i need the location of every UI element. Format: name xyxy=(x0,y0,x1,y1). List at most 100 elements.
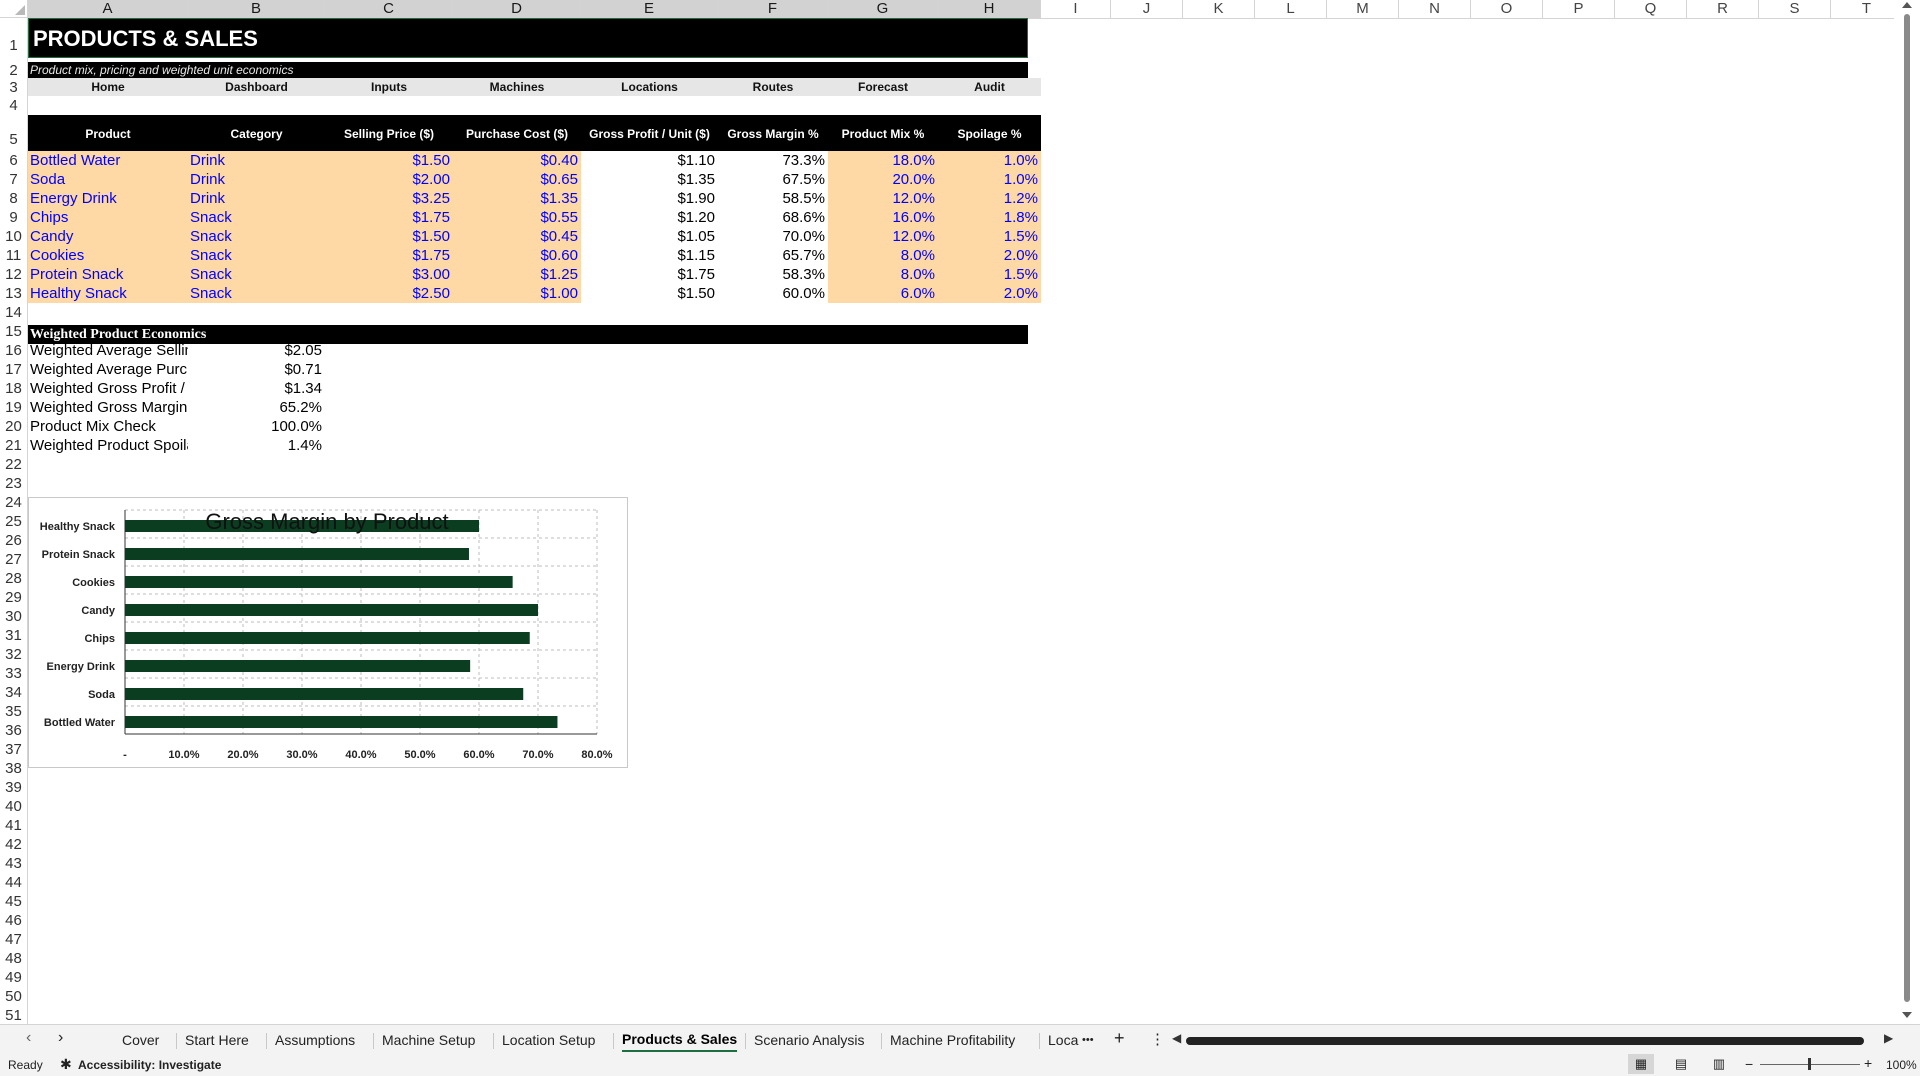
page-break-view-icon[interactable]: ▥ xyxy=(1708,1054,1730,1074)
weighted-label[interactable]: Weighted Gross Profit / xyxy=(28,379,188,398)
tab-cover[interactable]: Cover xyxy=(122,1030,159,1050)
row-header-34[interactable]: 34 xyxy=(0,683,27,702)
row-header-15[interactable]: 15 xyxy=(0,322,27,341)
row-header-17[interactable]: 17 xyxy=(0,360,27,379)
row-header-37[interactable]: 37 xyxy=(0,740,27,759)
hscroll-right-icon[interactable]: ▶ xyxy=(1884,1031,1893,1045)
cell-mix[interactable]: 16.0% xyxy=(828,208,938,227)
cell-product[interactable]: Energy Drink xyxy=(28,189,188,208)
cell-mix[interactable]: 12.0% xyxy=(828,227,938,246)
select-all-corner[interactable] xyxy=(0,0,28,18)
row-header-39[interactable]: 39 xyxy=(0,778,27,797)
column-header-g[interactable]: G xyxy=(828,0,938,18)
cell-mix[interactable]: 12.0% xyxy=(828,189,938,208)
cell-cost[interactable]: $1.35 xyxy=(453,189,581,208)
add-sheet-button[interactable]: + xyxy=(1114,1028,1125,1048)
row-header-49[interactable]: 49 xyxy=(0,968,27,987)
row-header-3[interactable]: 3 xyxy=(0,78,27,96)
bar-energy-drink[interactable] xyxy=(125,660,471,672)
tab-start-here[interactable]: Start Here xyxy=(185,1030,249,1050)
tab-products-sales[interactable]: Products & Sales xyxy=(622,1029,738,1052)
weighted-value[interactable]: 65.2% xyxy=(188,398,325,417)
row-header-10[interactable]: 10 xyxy=(0,227,27,246)
column-header-f[interactable]: F xyxy=(718,0,828,18)
cell-cost[interactable]: $0.65 xyxy=(453,170,581,189)
column-header-c[interactable]: C xyxy=(325,0,453,18)
cell-margin[interactable]: 65.7% xyxy=(718,246,828,265)
cell-category[interactable]: Snack xyxy=(188,227,325,246)
weighted-value[interactable]: $2.05 xyxy=(188,341,325,360)
weighted-label[interactable]: Weighted Average Purcl xyxy=(28,360,188,379)
nav-link-locations[interactable]: Locations xyxy=(581,78,718,96)
row-header-33[interactable]: 33 xyxy=(0,664,27,683)
cell-price[interactable]: $1.50 xyxy=(325,227,453,246)
weighted-label[interactable]: Product Mix Check xyxy=(28,417,188,436)
column-header-k[interactable]: K xyxy=(1183,0,1255,18)
column-title[interactable]: Product xyxy=(28,115,188,151)
sheet-title[interactable]: PRODUCTS & SALES xyxy=(28,18,1028,58)
column-header-m[interactable]: M xyxy=(1327,0,1399,18)
zoom-out-icon[interactable]: − xyxy=(1745,1056,1753,1072)
cell-category[interactable]: Drink xyxy=(188,151,325,170)
cell-product[interactable]: Bottled Water xyxy=(28,151,188,170)
row-header-43[interactable]: 43 xyxy=(0,854,27,873)
row-header-26[interactable]: 26 xyxy=(0,531,27,550)
cell-spoilage[interactable]: 2.0% xyxy=(938,246,1041,265)
bar-candy[interactable] xyxy=(125,604,538,616)
cell-category[interactable]: Drink xyxy=(188,170,325,189)
column-title[interactable]: Purchase Cost ($) xyxy=(453,115,581,151)
tab-assumptions[interactable]: Assumptions xyxy=(275,1030,355,1050)
scroll-down-icon[interactable] xyxy=(1902,1012,1912,1018)
nav-link-home[interactable]: Home xyxy=(28,78,188,96)
cell-margin[interactable]: 73.3% xyxy=(718,151,828,170)
row-header-21[interactable]: 21 xyxy=(0,436,27,455)
nav-link-forecast[interactable]: Forecast xyxy=(828,78,938,96)
row-header-5[interactable]: 5 xyxy=(0,115,27,151)
bar-protein-snack[interactable] xyxy=(125,548,469,560)
tab-machine-profitability[interactable]: Machine Profitability xyxy=(890,1030,1015,1050)
cell-spoilage[interactable]: 1.0% xyxy=(938,170,1041,189)
page-layout-view-icon[interactable]: ▤ xyxy=(1670,1054,1692,1074)
row-header-24[interactable]: 24 xyxy=(0,493,27,512)
column-header-h[interactable]: H xyxy=(938,0,1041,18)
column-title[interactable]: Category xyxy=(188,115,325,151)
row-header-46[interactable]: 46 xyxy=(0,911,27,930)
cell-margin[interactable]: 68.6% xyxy=(718,208,828,227)
cell-product[interactable]: Healthy Snack xyxy=(28,284,188,303)
cell-category[interactable]: Snack xyxy=(188,246,325,265)
cell-margin[interactable]: 70.0% xyxy=(718,227,828,246)
weighted-label[interactable]: Weighted Gross Margin xyxy=(28,398,188,417)
cell-product[interactable]: Candy xyxy=(28,227,188,246)
zoom-slider-thumb[interactable] xyxy=(1808,1058,1811,1070)
cell-profit[interactable]: $1.20 xyxy=(581,208,718,227)
cell-mix[interactable]: 6.0% xyxy=(828,284,938,303)
tab-loca[interactable]: Loca xyxy=(1048,1030,1078,1050)
cell-margin[interactable]: 58.5% xyxy=(718,189,828,208)
row-header-11[interactable]: 11 xyxy=(0,246,27,265)
bar-bottled-water[interactable] xyxy=(125,716,558,728)
cell-margin[interactable]: 58.3% xyxy=(718,265,828,284)
weighted-label[interactable]: Weighted Average Sellin xyxy=(28,341,188,360)
cell-spoilage[interactable]: 1.0% xyxy=(938,151,1041,170)
sheet-options-menu-icon[interactable]: ⋮ xyxy=(1150,1030,1165,1050)
cell-spoilage[interactable]: 1.5% xyxy=(938,265,1041,284)
row-header-31[interactable]: 31 xyxy=(0,626,27,645)
tab-scroll-right-icon[interactable]: › xyxy=(58,1029,63,1047)
sheet-subtitle[interactable]: Product mix, pricing and weighted unit e… xyxy=(28,62,1028,78)
column-header-d[interactable]: D xyxy=(453,0,581,18)
weighted-value[interactable]: 1.4% xyxy=(188,436,325,455)
row-header-38[interactable]: 38 xyxy=(0,759,27,778)
cell-price[interactable]: $2.00 xyxy=(325,170,453,189)
hscroll-left-icon[interactable]: ◀ xyxy=(1172,1031,1181,1045)
row-header-22[interactable]: 22 xyxy=(0,455,27,474)
cell-spoilage[interactable]: 2.0% xyxy=(938,284,1041,303)
cell-cost[interactable]: $1.00 xyxy=(453,284,581,303)
cell-mix[interactable]: 8.0% xyxy=(828,265,938,284)
cell-price[interactable]: $3.00 xyxy=(325,265,453,284)
row-header-32[interactable]: 32 xyxy=(0,645,27,664)
column-header-i[interactable]: I xyxy=(1041,0,1111,18)
row-header-30[interactable]: 30 xyxy=(0,607,27,626)
vertical-scroll-thumb[interactable] xyxy=(1904,14,1910,1002)
bar-soda[interactable] xyxy=(125,688,524,700)
cell-category[interactable]: Snack xyxy=(188,265,325,284)
